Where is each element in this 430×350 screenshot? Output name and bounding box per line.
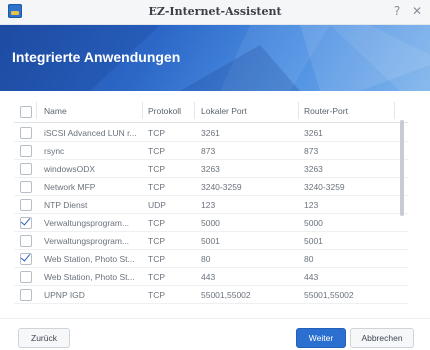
table-row[interactable]: UPNP IGD TCP 55001,55002 55001,55002 [14, 286, 408, 304]
cell-name: Network MFP [44, 182, 96, 192]
ez-internet-dialog: EZ-Internet-Assistent ? ✕ Integrierte An… [0, 0, 430, 350]
cell-protocol: TCP [148, 164, 165, 174]
cell-router: 123 [304, 200, 319, 210]
row-checkbox[interactable] [20, 199, 32, 211]
column-header-router-port[interactable]: Router-Port [304, 106, 348, 116]
cell-router: 3240-3259 [304, 182, 345, 192]
cell-name: Web Station, Photo St... [44, 254, 135, 264]
cell-protocol: UDP [148, 200, 166, 210]
table-row[interactable]: Network MFP TCP 3240-3259 3240-3259 [14, 178, 408, 196]
close-icon[interactable]: ✕ [410, 4, 424, 18]
column-header-protocol[interactable]: Protokoll [148, 106, 181, 116]
row-checkbox[interactable] [20, 181, 32, 193]
cell-local: 443 [201, 272, 216, 282]
footer-divider [0, 318, 430, 319]
table-row[interactable]: Verwaltungsprogram... TCP 5000 5000 [14, 214, 408, 232]
cell-local: 5000 [201, 218, 220, 228]
cell-router: 5001 [304, 236, 323, 246]
cell-protocol: TCP [148, 218, 165, 228]
title-bar: EZ-Internet-Assistent ? ✕ [0, 0, 430, 25]
row-checkbox[interactable] [20, 163, 32, 175]
column-divider [394, 102, 395, 119]
window-title: EZ-Internet-Assistent [148, 5, 282, 18]
cell-name: rsync [44, 146, 65, 156]
cell-name: iSCSI Advanced LUN r... [44, 128, 137, 138]
cell-router: 443 [304, 272, 319, 282]
column-divider [194, 102, 195, 119]
row-checkbox[interactable] [20, 145, 32, 157]
table-row[interactable]: windowsODX TCP 3263 3263 [14, 160, 408, 178]
cell-router: 80 [304, 254, 314, 264]
table-row[interactable]: Web Station, Photo St... TCP 80 80 [14, 250, 408, 268]
table-row[interactable]: iSCSI Advanced LUN r... TCP 3261 3261 [14, 124, 408, 142]
column-header-local-port[interactable]: Lokaler Port [201, 106, 247, 116]
next-button[interactable]: Weiter [296, 328, 346, 348]
page-title: Integrierte Anwendungen [12, 49, 181, 65]
cell-protocol: TCP [148, 146, 165, 156]
header-banner: Integrierte Anwendungen [0, 25, 430, 91]
table-header: Name Protokoll Lokaler Port Router-Port [14, 100, 408, 123]
table-row[interactable]: rsync TCP 873 873 [14, 142, 408, 160]
row-checkbox[interactable] [20, 271, 32, 283]
table-row[interactable]: NTP Dienst UDP 123 123 [14, 196, 408, 214]
cell-local: 5001 [201, 236, 220, 246]
row-checkbox[interactable] [20, 217, 32, 229]
table-scrollbar[interactable] [400, 120, 404, 216]
column-header-name[interactable]: Name [44, 106, 67, 116]
cell-local: 123 [201, 200, 216, 210]
cell-protocol: TCP [148, 182, 165, 192]
cell-local: 3263 [201, 164, 220, 174]
cell-local: 55001,55002 [201, 290, 251, 300]
cell-router: 873 [304, 146, 319, 156]
cell-router: 3263 [304, 164, 323, 174]
cell-name: Web Station, Photo St... [44, 272, 135, 282]
help-icon[interactable]: ? [390, 4, 404, 18]
cell-protocol: TCP [148, 254, 165, 264]
cell-name: UPNP IGD [44, 290, 85, 300]
cell-name: Verwaltungsprogram... [44, 236, 130, 246]
row-checkbox[interactable] [20, 253, 32, 265]
cancel-button[interactable]: Abbrechen [350, 328, 414, 348]
cell-router: 5000 [304, 218, 323, 228]
column-divider [298, 102, 299, 119]
table-row[interactable]: Web Station, Photo St... TCP 443 443 [14, 268, 408, 286]
cell-router: 3261 [304, 128, 323, 138]
cell-local: 3261 [201, 128, 220, 138]
table-row[interactable]: Verwaltungsprogram... TCP 5001 5001 [14, 232, 408, 250]
row-checkbox[interactable] [20, 289, 32, 301]
column-divider [36, 102, 37, 119]
select-all-checkbox[interactable] [20, 106, 32, 118]
column-divider [142, 102, 143, 119]
cell-local: 873 [201, 146, 216, 156]
cell-router: 55001,55002 [304, 290, 354, 300]
cell-local: 3240-3259 [201, 182, 242, 192]
cell-protocol: TCP [148, 290, 165, 300]
row-checkbox[interactable] [20, 127, 32, 139]
cell-protocol: TCP [148, 272, 165, 282]
cell-name: windowsODX [44, 164, 96, 174]
cell-protocol: TCP [148, 128, 165, 138]
cell-name: NTP Dienst [44, 200, 88, 210]
back-button[interactable]: Zurück [18, 328, 70, 348]
cell-name: Verwaltungsprogram... [44, 218, 130, 228]
row-checkbox[interactable] [20, 235, 32, 247]
cell-protocol: TCP [148, 236, 165, 246]
cell-local: 80 [201, 254, 211, 264]
apps-table: Name Protokoll Lokaler Port Router-Port … [14, 100, 408, 304]
